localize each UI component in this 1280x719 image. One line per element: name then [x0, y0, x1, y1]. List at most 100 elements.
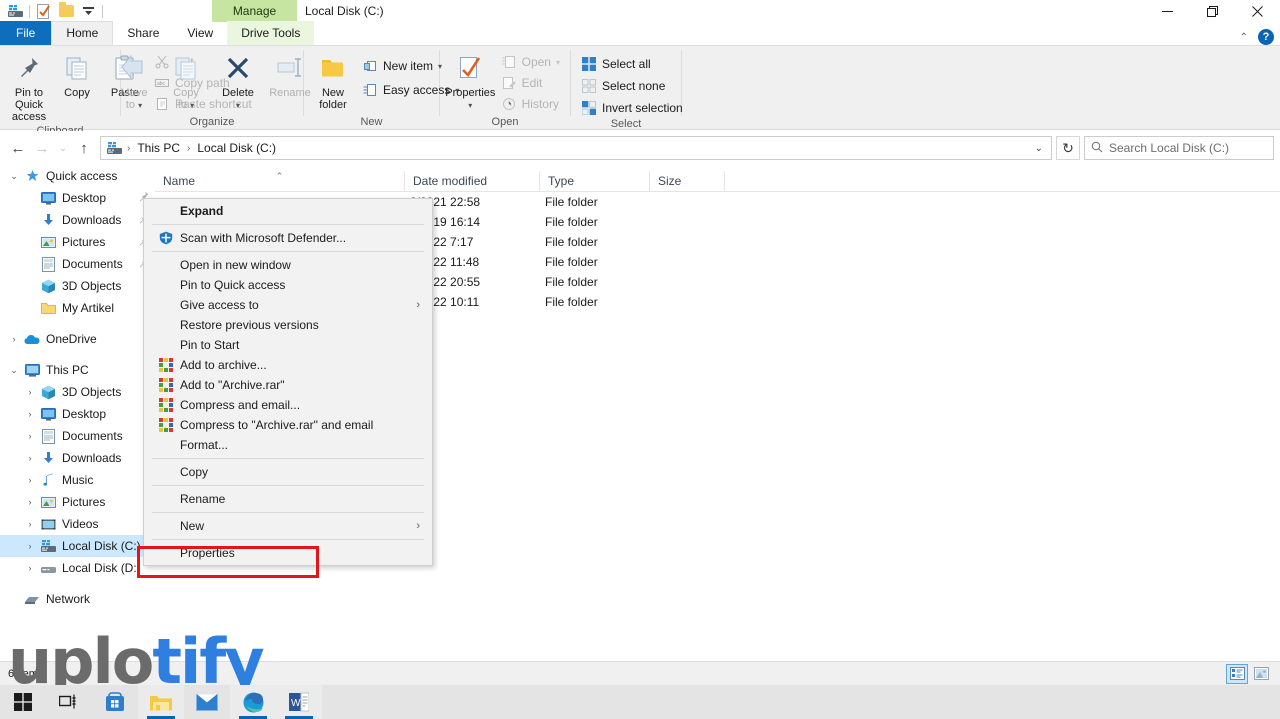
forward-button[interactable]: →	[30, 136, 54, 160]
menu-item-compress-to-archive-rar-and-email[interactable]: Compress to "Archive.rar" and email	[144, 415, 432, 435]
edge-icon[interactable]	[230, 685, 276, 719]
menu-item-format[interactable]: Format...	[144, 435, 432, 455]
breadcrumb-separator[interactable]: ›	[126, 143, 131, 154]
sidebar-item-videos[interactable]: › Videos	[0, 513, 155, 535]
windows-start-icon[interactable]	[0, 685, 46, 719]
menu-item-copy[interactable]: Copy	[144, 462, 432, 482]
breadcrumb-local-disk-c[interactable]: Local Disk (C:)	[193, 138, 280, 158]
sidebar-item-documents[interactable]: › Documents	[0, 425, 155, 447]
breadcrumb-separator-2[interactable]: ›	[186, 143, 191, 154]
chevron-right-icon[interactable]: ›	[6, 334, 22, 344]
sidebar-item-pictures[interactable]: › Pictures	[0, 491, 155, 513]
chevron-down-icon[interactable]: ⌄	[6, 365, 22, 376]
menu-item-scan-with-microsoft-defender[interactable]: Scan with Microsoft Defender...	[144, 228, 432, 248]
move-to-button[interactable]: Move to ▾	[111, 50, 157, 114]
menu-item-add-to-archive[interactable]: Add to archive...	[144, 355, 432, 375]
chevron-down-icon[interactable]: ▾	[468, 100, 472, 112]
properties-check-icon[interactable]	[33, 0, 55, 22]
back-button[interactable]: ←	[6, 136, 30, 160]
sidebar-item-onedrive[interactable]: › OneDrive	[0, 328, 155, 350]
chevron-right-icon[interactable]: ›	[22, 563, 38, 573]
sidebar-item-local-disk-c[interactable]: › Local Disk (C:)	[0, 535, 155, 557]
copy-button[interactable]: Copy	[54, 50, 100, 101]
chevron-right-icon[interactable]: ›	[22, 431, 38, 441]
sidebar-item-quick-access[interactable]: ⌄ Quick access	[0, 165, 155, 187]
menu-item-rename[interactable]: Rename	[144, 489, 432, 509]
chevron-down-icon[interactable]: ⌄	[6, 171, 22, 182]
copy-to-button[interactable]: Copy to ▾	[163, 50, 209, 114]
maximize-button[interactable]	[1190, 0, 1235, 22]
menu-item-expand[interactable]: Expand	[144, 201, 432, 221]
sidebar-item-local-disk-d[interactable]: › Local Disk (D:)	[0, 557, 155, 579]
menu-item-open-in-new-window[interactable]: Open in new window	[144, 255, 432, 275]
word-icon[interactable]: W	[276, 685, 322, 719]
menu-item-compress-and-email[interactable]: Compress and email...	[144, 395, 432, 415]
chevron-right-icon[interactable]: ›	[22, 475, 38, 485]
mail-icon[interactable]	[184, 685, 230, 719]
tab-home[interactable]: Home	[51, 21, 114, 45]
new-folder-button[interactable]: New folder	[310, 50, 356, 113]
sidebar-item-documents[interactable]: Documents	[0, 253, 155, 275]
invert-selection-button[interactable]: Invert selection	[577, 98, 687, 118]
sidebar-item-desktop[interactable]: Desktop	[0, 187, 155, 209]
sidebar-item-music[interactable]: › Music	[0, 469, 155, 491]
chevron-right-icon[interactable]: ›	[22, 519, 38, 529]
sidebar-item-this-pc[interactable]: ⌄ This PC	[0, 359, 155, 381]
select-none-button[interactable]: Select none	[577, 76, 687, 96]
navigation-pane[interactable]: ⌄ Quick access Desktop Downloads Pictures Doc…	[0, 165, 155, 661]
microsoft-store-icon[interactable]	[92, 685, 138, 719]
pin-to-quick-access-button[interactable]: Pin to Quick access	[6, 50, 52, 125]
chevron-right-icon[interactable]: ›	[22, 453, 38, 463]
delete-button[interactable]: Delete ▾	[215, 50, 261, 114]
column-header-date-modified[interactable]: Date modified	[405, 170, 540, 192]
chevron-right-icon[interactable]: ›	[22, 387, 38, 397]
tab-share[interactable]: Share	[113, 21, 173, 45]
chevron-right-icon[interactable]: ›	[22, 409, 38, 419]
sidebar-item-3d-objects[interactable]: › 3D Objects	[0, 381, 155, 403]
column-header-name[interactable]: ⌃ Name	[155, 170, 405, 192]
history-button[interactable]: History	[497, 94, 564, 114]
task-view-icon[interactable]	[46, 685, 92, 719]
customize-caret-icon[interactable]	[77, 0, 99, 22]
context-menu[interactable]: Expand Scan with Microsoft Defender... Ope…	[143, 198, 433, 566]
up-button[interactable]: ↑	[72, 136, 96, 160]
chevron-down-icon[interactable]: ⌄	[1035, 143, 1047, 154]
sidebar-item-3d-objects[interactable]: 3D Objects	[0, 275, 155, 297]
collapse-ribbon-icon[interactable]: ⌃	[1240, 32, 1248, 43]
recent-locations-button[interactable]: ⌄	[54, 136, 72, 160]
large-icons-view-icon[interactable]	[1250, 664, 1272, 684]
tab-drive-tools[interactable]: Drive Tools	[227, 21, 315, 45]
menu-item-give-access-to[interactable]: Give access to ›	[144, 295, 432, 315]
tab-view[interactable]: View	[173, 21, 227, 45]
breadcrumb-this-pc[interactable]: This PC	[133, 138, 184, 158]
menu-item-add-to-archive-rar[interactable]: Add to "Archive.rar"	[144, 375, 432, 395]
sidebar-item-network[interactable]: Network	[0, 588, 155, 610]
sidebar-item-downloads[interactable]: Downloads	[0, 209, 155, 231]
menu-item-pin-to-start[interactable]: Pin to Start	[144, 335, 432, 355]
select-all-button[interactable]: Select all	[577, 54, 687, 74]
chevron-right-icon[interactable]: ›	[22, 497, 38, 507]
menu-item-restore-previous-versions[interactable]: Restore previous versions	[144, 315, 432, 335]
edit-button[interactable]: Edit	[497, 73, 564, 93]
sidebar-item-my-artikel[interactable]: My Artikel	[0, 297, 155, 319]
close-button[interactable]	[1235, 0, 1280, 22]
properties-button[interactable]: Properties ▾	[445, 50, 495, 114]
menu-item-properties[interactable]: Properties	[144, 543, 432, 563]
new-folder-icon[interactable]	[55, 0, 77, 22]
column-header-size[interactable]: Size	[650, 170, 725, 192]
sidebar-item-pictures[interactable]: Pictures	[0, 231, 155, 253]
details-view-icon[interactable]	[1226, 663, 1248, 684]
tab-file[interactable]: File	[0, 21, 52, 45]
help-icon[interactable]: ?	[1258, 29, 1274, 45]
file-explorer-icon[interactable]	[138, 685, 184, 719]
search-box[interactable]: Search Local Disk (C:)	[1084, 136, 1274, 160]
menu-item-pin-to-quick-access[interactable]: Pin to Quick access	[144, 275, 432, 295]
chevron-down-icon[interactable]: ▾	[236, 100, 240, 112]
sidebar-item-desktop[interactable]: › Desktop	[0, 403, 155, 425]
open-button[interactable]: Open ▾	[497, 52, 564, 72]
minimize-button[interactable]	[1145, 0, 1190, 22]
sidebar-item-downloads[interactable]: › Downloads	[0, 447, 155, 469]
refresh-button[interactable]: ↻	[1056, 136, 1080, 160]
menu-item-new[interactable]: New ›	[144, 516, 432, 536]
breadcrumb[interactable]: › This PC › Local Disk (C:) ⌄	[100, 136, 1052, 160]
